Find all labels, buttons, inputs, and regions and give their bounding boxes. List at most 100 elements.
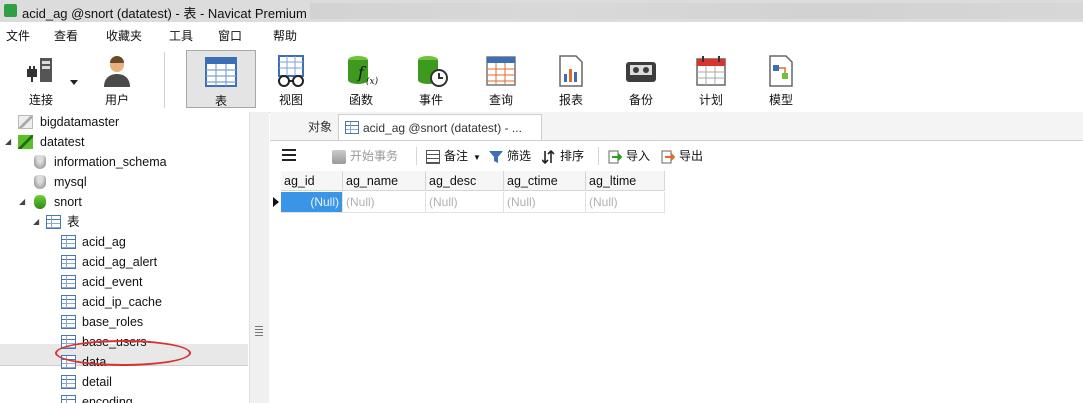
import-icon — [608, 150, 622, 164]
table-icon — [205, 57, 237, 87]
tree-table-acid-event[interactable]: acid_event — [0, 272, 249, 292]
grid-cell[interactable]: (Null) — [586, 192, 665, 213]
expand-toggle-icon[interactable]: ◢ — [33, 212, 39, 232]
export-label: 导出 — [679, 149, 704, 163]
tree-label: bigdatamaster — [40, 115, 120, 129]
tree-label: encoding — [82, 395, 133, 403]
splitter-grip-icon[interactable] — [255, 326, 263, 337]
reports-label: 报表 — [558, 93, 583, 107]
menu-favorites[interactable]: 收藏夹 — [106, 27, 142, 44]
plug-icon — [27, 58, 52, 82]
backup-button[interactable]: 备份 — [610, 50, 672, 108]
expand-toggle-icon[interactable]: ◢ — [5, 132, 11, 152]
connect-dropdown-icon[interactable] — [70, 80, 78, 86]
data-toolbar: 开始事务 备注 ▼ 筛选 排序 导入 导出 — [270, 141, 1083, 170]
query-button[interactable]: 查询 — [470, 50, 532, 108]
table-icon — [61, 315, 76, 329]
column-header-ag-id[interactable]: ag_id — [281, 171, 343, 191]
menu-tools[interactable]: 工具 — [169, 27, 193, 44]
views-button[interactable]: 视图 — [260, 50, 322, 108]
events-label: 事件 — [418, 93, 443, 107]
connect-button[interactable]: 连接 — [10, 50, 78, 108]
table-group-icon — [46, 215, 61, 229]
sort-label: 排序 — [560, 149, 585, 163]
begin-transaction-button[interactable]: 开始事务 — [332, 147, 398, 165]
column-header-ag-name[interactable]: ag_name — [343, 171, 426, 191]
user-icon — [104, 56, 130, 87]
menu-window[interactable]: 窗口 — [218, 27, 242, 44]
filter-label: 筛选 — [507, 149, 532, 163]
query-label: 查询 — [488, 93, 513, 107]
tree-table-acid-ag-alert[interactable]: acid_ag_alert — [0, 252, 249, 272]
tree-table-encoding[interactable]: encoding — [0, 392, 249, 403]
tree-label: base_roles — [82, 315, 144, 329]
tree-database-mysql[interactable]: mysql — [0, 172, 249, 192]
schedule-button[interactable]: 计划 — [680, 50, 742, 108]
connection-icon — [18, 115, 33, 129]
tree-label: detail — [82, 375, 112, 389]
functions-button[interactable]: f (x) 函数 — [330, 50, 392, 108]
tab-acid-ag-table[interactable]: acid_ag @snort (datatest) - ... — [338, 114, 542, 140]
sort-button[interactable]: 排序 — [542, 147, 584, 165]
tree-database-snort[interactable]: ◢ snort — [0, 192, 249, 212]
import-label: 导入 — [626, 149, 651, 163]
user-button[interactable]: 用户 — [86, 50, 148, 108]
sort-icon — [542, 149, 555, 164]
column-header-ag-ltime[interactable]: ag_ltime — [586, 171, 665, 191]
tree-table-acid-ip-cache[interactable]: acid_ip_cache — [0, 292, 249, 312]
column-header-ag-ctime[interactable]: ag_ctime — [504, 171, 586, 191]
memo-dropdown-icon[interactable]: ▼ — [473, 153, 481, 162]
transaction-icon — [332, 149, 346, 164]
toolbar-separator — [164, 52, 165, 108]
tree-connection-bigdatamaster[interactable]: bigdatamaster — [0, 112, 249, 132]
tree-label: acid_event — [82, 275, 143, 289]
tree-table-base-roles[interactable]: base_roles — [0, 312, 249, 332]
annotation-circle — [55, 340, 191, 366]
tree-label: information_schema — [54, 155, 167, 169]
event-icon — [418, 56, 448, 87]
events-button[interactable]: 事件 — [400, 50, 462, 108]
tree-group-tables[interactable]: ◢ 表 — [0, 212, 249, 232]
expand-toggle-icon[interactable]: ◢ — [19, 192, 25, 212]
tables-button[interactable]: 表 — [186, 50, 256, 108]
memo-button[interactable]: 备注 ▼ — [426, 147, 481, 165]
pane-splitter[interactable] — [249, 112, 269, 403]
table-icon — [61, 255, 76, 269]
menu-bar: 文件 查看 收藏夹 工具 窗口 帮助 — [0, 22, 1083, 46]
view-icon — [278, 55, 304, 87]
tree-table-detail[interactable]: detail — [0, 372, 249, 392]
function-icon: f (x) — [348, 56, 378, 87]
tab-label: acid_ag @snort (datatest) - ... — [363, 121, 522, 135]
tree-database-information-schema[interactable]: information_schema — [0, 152, 249, 172]
functions-label: 函数 — [348, 93, 373, 107]
export-button[interactable]: 导出 — [661, 147, 703, 165]
tree-connection-datatest[interactable]: ◢ datatest — [0, 132, 249, 152]
toolbar-separator — [598, 147, 599, 165]
table-icon — [61, 395, 76, 403]
menu-help[interactable]: 帮助 — [273, 27, 297, 44]
tree-label: acid_ip_cache — [82, 295, 162, 309]
grid-cell[interactable]: (Null) — [426, 192, 504, 213]
query-icon — [486, 56, 516, 86]
tree-label: acid_ag — [82, 235, 126, 249]
user-label: 用户 — [104, 93, 129, 107]
grid-cell[interactable]: (Null) — [281, 192, 343, 213]
schedule-icon — [696, 56, 726, 86]
model-button[interactable]: 模型 — [750, 50, 812, 108]
column-header-ag-desc[interactable]: ag_desc — [426, 171, 504, 191]
object-tree: bigdatamaster ◢ datatest information_sch… — [0, 112, 249, 403]
window-title: acid_ag @snort (datatest) - 表 - Navicat … — [22, 6, 307, 21]
export-icon — [661, 150, 675, 164]
menu-view[interactable]: 查看 — [54, 27, 78, 44]
import-button[interactable]: 导入 — [608, 147, 650, 165]
tree-table-acid-ag[interactable]: acid_ag — [0, 232, 249, 252]
grid-cell[interactable]: (Null) — [343, 192, 426, 213]
backup-icon — [626, 62, 656, 82]
connect-label: 连接 — [28, 93, 53, 107]
reports-button[interactable]: 报表 — [540, 50, 602, 108]
hamburger-icon[interactable] — [282, 149, 296, 161]
menu-file[interactable]: 文件 — [6, 27, 30, 44]
grid-cell[interactable]: (Null) — [504, 192, 586, 213]
table-icon — [61, 375, 76, 389]
filter-button[interactable]: 筛选 — [489, 147, 531, 165]
